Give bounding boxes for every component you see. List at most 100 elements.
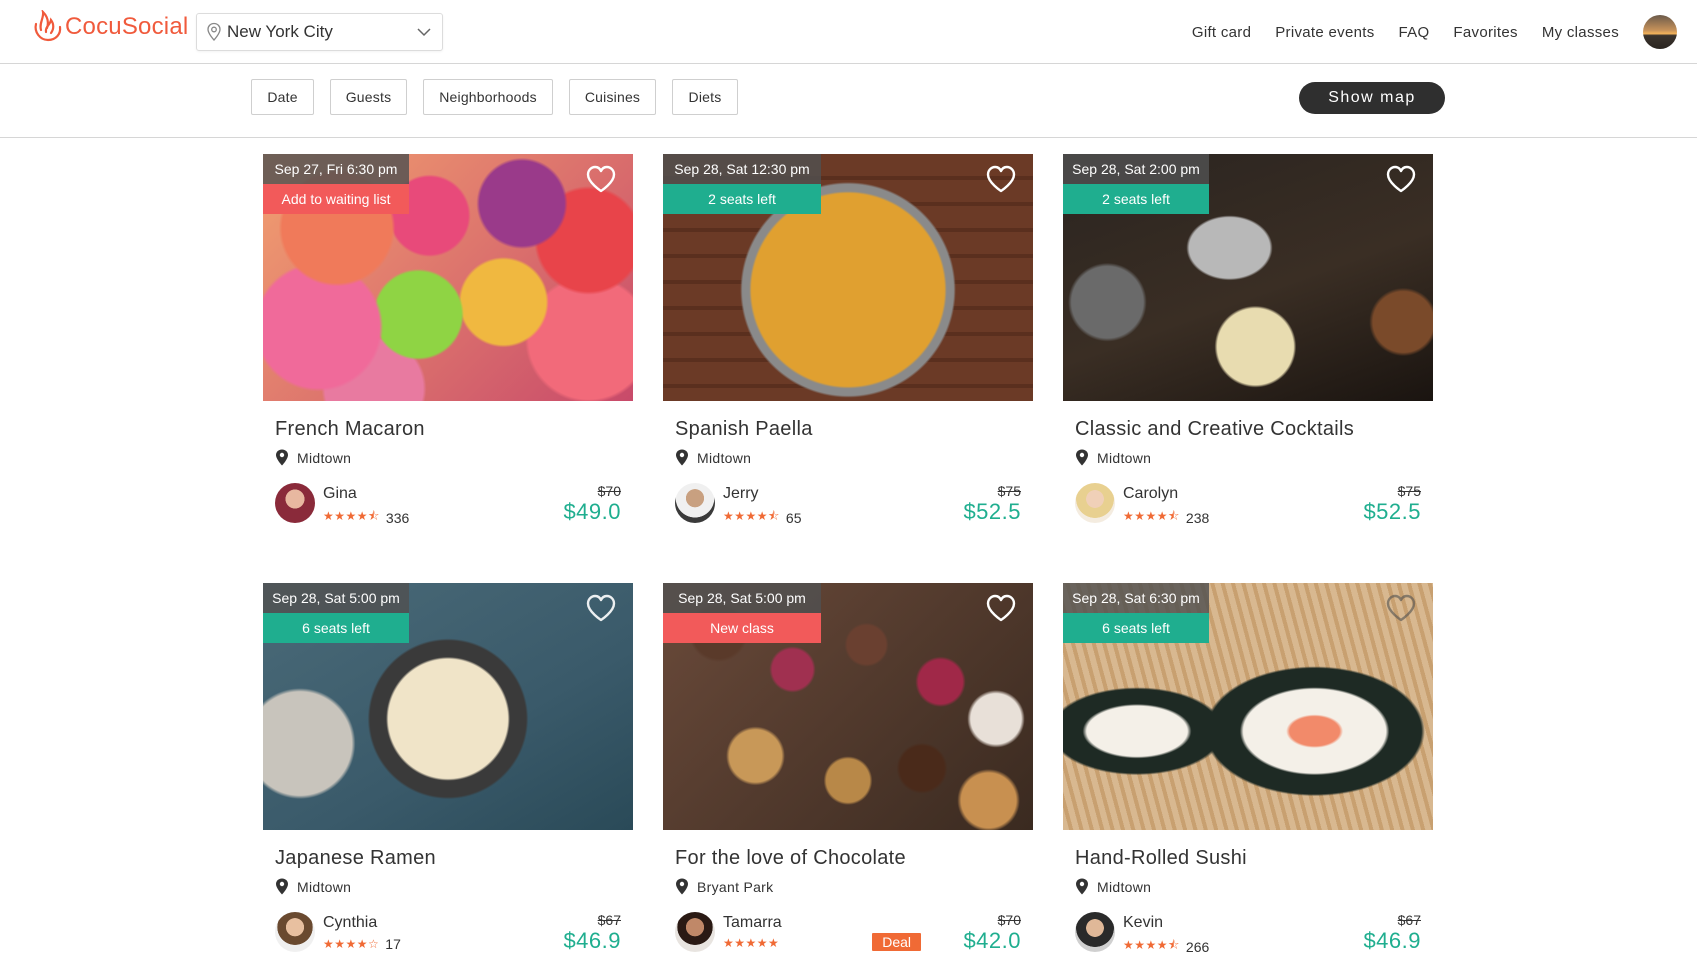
location-pin-icon	[276, 449, 288, 466]
class-card[interactable]: Sep 28, Sat 2:00 pm 2 seats left Classic…	[1063, 154, 1433, 528]
host-name: Tamarra	[723, 914, 782, 931]
filter-diets-button[interactable]: Diets	[672, 79, 738, 115]
favorite-heart-icon[interactable]	[985, 164, 1017, 194]
location-text: Midtown	[297, 878, 352, 895]
nav-private-events[interactable]: Private events	[1275, 24, 1374, 41]
rating: ★★★★⯪ 336	[323, 507, 409, 528]
class-footer: Tamarra ★★★★★ Deal $70 $42.0	[663, 908, 1033, 954]
class-footer: Cynthia ★★★★☆ 17 $67 $46.9	[263, 908, 633, 954]
original-price: $75	[997, 483, 1021, 499]
class-location: Midtown	[1063, 449, 1433, 466]
date-tag: Sep 28, Sat 5:00 pm	[263, 583, 409, 613]
class-image[interactable]: Sep 28, Sat 6:30 pm 6 seats left	[1063, 583, 1433, 830]
logo-text: CocuSocial	[65, 13, 189, 40]
status-tag: New class	[663, 613, 821, 643]
location-text: Midtown	[1097, 878, 1152, 895]
class-location: Midtown	[1063, 878, 1433, 895]
location-text: Bryant Park	[697, 878, 774, 895]
location-pin-icon	[276, 878, 288, 895]
nav-my-classes[interactable]: My classes	[1542, 24, 1619, 41]
favorite-heart-icon[interactable]	[1385, 164, 1417, 194]
original-price: $70	[997, 912, 1021, 928]
class-footer: Gina ★★★★⯪ 336 $70 $49.0	[263, 479, 633, 528]
discounted-price: $52.5	[963, 499, 1021, 524]
filter-guests-button[interactable]: Guests	[330, 79, 407, 115]
class-card[interactable]: Sep 28, Sat 12:30 pm 2 seats left Spanis…	[663, 154, 1033, 526]
host-avatar	[275, 483, 315, 523]
filter-neighborhoods-button[interactable]: Neighborhoods	[423, 79, 553, 115]
location-text: Midtown	[297, 449, 352, 466]
favorite-heart-icon[interactable]	[985, 593, 1017, 623]
rating: ★★★★★	[723, 936, 785, 950]
status-tag: 2 seats left	[1063, 184, 1209, 214]
rating: ★★★★☆ 17	[323, 936, 401, 952]
city-value: New York City	[227, 22, 333, 41]
nav-gift-card[interactable]: Gift card	[1192, 24, 1251, 41]
class-footer: Carolyn ★★★★⯪ 238 $75 $52.5	[1063, 479, 1433, 528]
class-footer: Jerry ★★★★⯪ 65 $75 $52.5	[663, 479, 1033, 526]
class-card[interactable]: Sep 28, Sat 5:00 pm 6 seats left Japanes…	[263, 583, 633, 954]
chevron-down-icon	[417, 28, 431, 37]
class-title[interactable]: Japanese Ramen	[263, 847, 633, 870]
top-header: CocuSocial New York City Gift card Priva…	[0, 0, 1697, 64]
rating: ★★★★⯪ 238	[1123, 507, 1209, 528]
host-name: Cynthia	[323, 914, 378, 931]
deal-badge: Deal	[872, 933, 921, 951]
class-title[interactable]: Classic and Creative Cocktails	[1063, 418, 1433, 441]
favorite-heart-icon[interactable]	[585, 593, 617, 623]
class-location: Bryant Park	[663, 878, 1033, 895]
location-text: Midtown	[697, 449, 752, 466]
original-price: $75	[1397, 483, 1421, 499]
status-tag: 6 seats left	[1063, 613, 1209, 643]
class-card[interactable]: Sep 28, Sat 5:00 pm New class For the lo…	[663, 583, 1033, 954]
discounted-price: $49.0	[563, 499, 621, 524]
filter-date-button[interactable]: Date	[251, 79, 314, 115]
date-tag: Sep 28, Sat 6:30 pm	[1063, 583, 1209, 613]
host-avatar	[275, 912, 315, 952]
class-title[interactable]: Spanish Paella	[663, 418, 1033, 441]
nav-favorites[interactable]: Favorites	[1453, 24, 1517, 41]
rating: ★★★★⯪ 266	[1123, 936, 1209, 957]
class-card[interactable]: Sep 27, Fri 6:30 pm Add to waiting list …	[263, 154, 633, 528]
star-rating-icons: ★★★★⯪	[723, 509, 780, 523]
logo[interactable]: CocuSocial	[30, 10, 188, 44]
discounted-price: $52.5	[1363, 499, 1421, 524]
discounted-price: $42.0	[963, 928, 1021, 953]
class-title[interactable]: For the love of Chocolate	[663, 847, 1033, 870]
date-tag: Sep 28, Sat 5:00 pm	[663, 583, 821, 613]
class-image[interactable]: Sep 27, Fri 6:30 pm Add to waiting list	[263, 154, 633, 401]
status-tag: 6 seats left	[263, 613, 409, 643]
host-name: Carolyn	[1123, 485, 1179, 502]
class-title[interactable]: Hand-Rolled Sushi	[1063, 847, 1433, 870]
main-nav: Gift card Private events FAQ Favorites M…	[1192, 0, 1697, 64]
class-image[interactable]: Sep 28, Sat 2:00 pm 2 seats left	[1063, 154, 1433, 401]
location-pin-icon	[207, 22, 221, 41]
class-location: Midtown	[263, 878, 633, 895]
favorite-heart-icon[interactable]	[1385, 593, 1417, 623]
logo-flame-icon	[34, 10, 62, 42]
nav-faq[interactable]: FAQ	[1399, 24, 1430, 41]
favorite-heart-icon[interactable]	[585, 164, 617, 194]
user-avatar[interactable]	[1643, 15, 1677, 49]
star-rating-icons: ★★★★⯪	[323, 509, 380, 523]
city-select[interactable]: New York City	[196, 13, 443, 51]
host-name: Jerry	[723, 485, 759, 502]
host-avatar	[1075, 912, 1115, 952]
location-pin-icon	[1076, 449, 1088, 466]
date-tag: Sep 28, Sat 2:00 pm	[1063, 154, 1209, 184]
host-avatar	[675, 912, 715, 952]
class-image[interactable]: Sep 28, Sat 5:00 pm 6 seats left	[263, 583, 633, 830]
star-rating-icons: ★★★★⯪	[1123, 938, 1180, 952]
original-price: $67	[1397, 912, 1421, 928]
class-card[interactable]: Sep 28, Sat 6:30 pm 6 seats left Hand-Ro…	[1063, 583, 1433, 957]
host-avatar	[1075, 483, 1115, 523]
class-image[interactable]: Sep 28, Sat 12:30 pm 2 seats left	[663, 154, 1033, 401]
review-count: 266	[1185, 938, 1210, 955]
class-image[interactable]: Sep 28, Sat 5:00 pm New class	[663, 583, 1033, 830]
class-title[interactable]: French Macaron	[263, 418, 633, 441]
filter-bar: Date Guests Neighborhoods Cuisines Diets…	[0, 64, 1697, 138]
location-pin-icon	[1076, 878, 1088, 895]
discounted-price: $46.9	[1363, 928, 1421, 953]
show-map-button[interactable]: Show map	[1299, 82, 1445, 114]
filter-cuisines-button[interactable]: Cuisines	[569, 79, 656, 115]
